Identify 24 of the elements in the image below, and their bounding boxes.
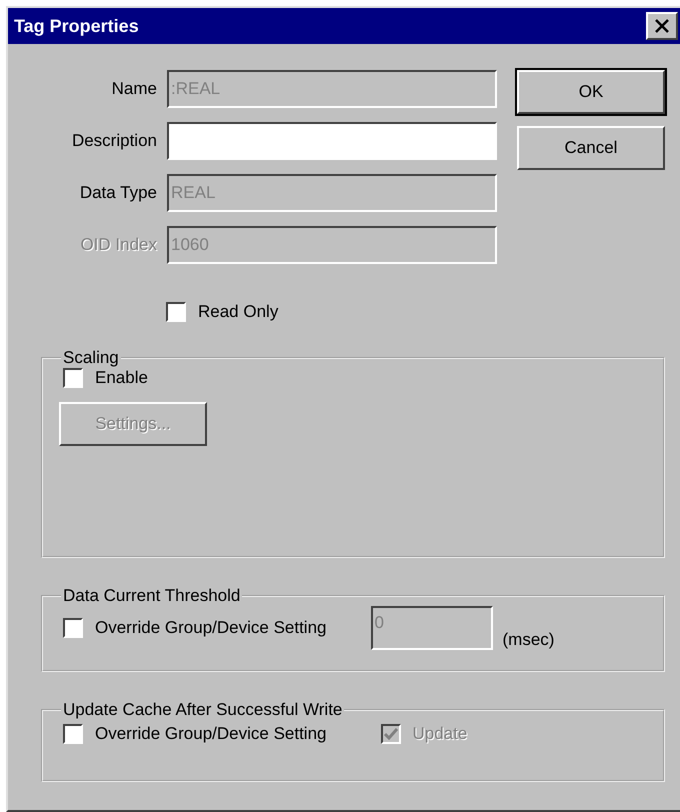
field-label: OID Index xyxy=(80,235,157,255)
unit-label: (msec) xyxy=(502,630,554,650)
checkbox-label: Enable xyxy=(95,368,148,388)
close-button[interactable] xyxy=(646,12,678,40)
close-icon xyxy=(654,19,670,33)
group-title: Data Current Threshold xyxy=(62,586,242,606)
group-title: Scaling xyxy=(62,348,120,368)
checkbox[interactable] xyxy=(63,724,83,744)
field-label: Description xyxy=(72,131,157,151)
checkbox-label: Override Group/Device Setting xyxy=(95,724,326,744)
window-title: Tag Properties xyxy=(14,16,139,36)
dialog-button[interactable]: OK xyxy=(517,70,665,114)
checkbox[interactable] xyxy=(166,302,186,322)
checkbox-label: Override Group/Device Setting xyxy=(95,618,326,638)
checkbox-label: Update xyxy=(412,724,468,744)
dialog-button[interactable]: Cancel xyxy=(517,126,665,170)
group-title: Update Cache After Successful Write xyxy=(62,700,344,720)
checkbox[interactable] xyxy=(63,618,83,638)
checkbox[interactable] xyxy=(63,368,83,388)
field-label: Data Type xyxy=(80,183,157,203)
checkmark-icon xyxy=(384,728,398,740)
field-label: Name xyxy=(112,79,157,99)
checkbox-label: Read Only xyxy=(198,302,278,322)
input-field[interactable] xyxy=(167,122,497,160)
